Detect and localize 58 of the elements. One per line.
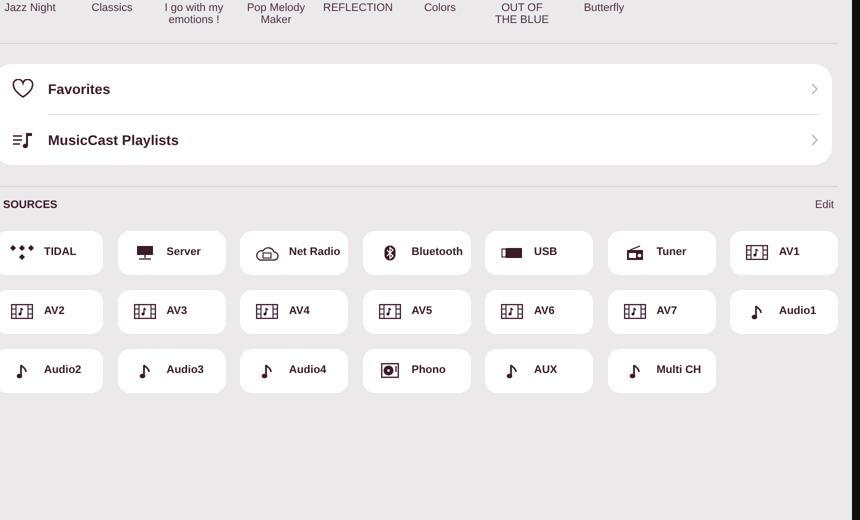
section-title: SOURCES xyxy=(3,198,58,213)
film-note-icon xyxy=(501,304,523,319)
music-note-icon xyxy=(138,362,150,378)
source-tile[interactable]: AV7 xyxy=(608,290,716,334)
source-tile[interactable]: Server xyxy=(118,230,226,274)
album-title[interactable]: Colors xyxy=(399,0,481,14)
film-note-icon xyxy=(134,304,156,319)
source-tile[interactable]: AV4 xyxy=(240,290,348,334)
film-note-icon xyxy=(746,245,768,260)
film-note-icon xyxy=(256,304,278,319)
album-title[interactable]: I go with my emotions ! xyxy=(153,0,235,26)
cloud-radio-icon xyxy=(255,244,279,260)
source-tile[interactable]: Audio2 xyxy=(0,348,103,392)
radio-icon xyxy=(626,244,644,260)
source-tile[interactable]: AV6 xyxy=(485,290,593,334)
source-tile[interactable]: AV2 xyxy=(0,290,103,334)
chevron-right-icon xyxy=(811,134,818,146)
source-tile[interactable]: Phono xyxy=(362,348,470,392)
turntable-icon xyxy=(380,363,398,378)
edit-link[interactable]: Edit xyxy=(815,197,834,214)
menu-row[interactable]: MusicCast Playlists xyxy=(0,115,832,165)
usb-stick-icon xyxy=(501,248,523,258)
music-note-icon xyxy=(751,304,763,320)
album-title[interactable]: OUT OF THE BLUE xyxy=(481,0,563,26)
diamonds-icon xyxy=(9,244,35,262)
monitor-icon xyxy=(136,244,154,260)
source-tile[interactable]: Bluetooth xyxy=(362,230,470,274)
menu-label: Favorites xyxy=(48,80,112,98)
menu-row[interactable]: Favorites xyxy=(0,64,832,114)
source-tile[interactable]: Audio3 xyxy=(118,348,226,392)
source-tile[interactable]: Tuner xyxy=(608,230,716,274)
chevron-right-icon xyxy=(811,83,818,95)
source-tile[interactable]: USB xyxy=(485,230,593,274)
album-title[interactable]: REFLECTION xyxy=(317,0,399,14)
film-note-icon xyxy=(11,304,33,319)
album-title[interactable]: Butterfly xyxy=(563,0,645,14)
film-note-icon xyxy=(624,304,646,319)
source-tile[interactable]: AUX xyxy=(485,348,593,392)
source-tile[interactable]: AV1 xyxy=(730,230,838,274)
album-title[interactable]: Pop Melody Maker xyxy=(235,0,317,26)
source-tile[interactable]: Net Radio xyxy=(240,230,348,274)
source-tile[interactable]: Audio4 xyxy=(240,348,348,392)
source-tile[interactable]: AV3 xyxy=(118,290,226,334)
music-note-icon xyxy=(261,362,273,378)
playlist-icon xyxy=(12,130,34,150)
source-tile[interactable]: AV5 xyxy=(362,290,470,334)
music-note-icon xyxy=(628,362,640,378)
source-tile[interactable]: TIDAL xyxy=(0,230,103,274)
source-tile[interactable]: Audio1 xyxy=(730,290,838,334)
heart-icon xyxy=(12,79,34,99)
source-tile[interactable]: Multi CH xyxy=(608,348,716,392)
album-title[interactable]: Jazz Night xyxy=(0,0,71,14)
music-note-icon xyxy=(506,362,518,378)
album-title[interactable]: Classics xyxy=(71,0,153,14)
music-note-icon xyxy=(16,362,28,378)
bluetooth-icon xyxy=(384,244,396,260)
menu-label: MusicCast Playlists xyxy=(48,130,180,150)
film-note-icon xyxy=(378,304,400,319)
